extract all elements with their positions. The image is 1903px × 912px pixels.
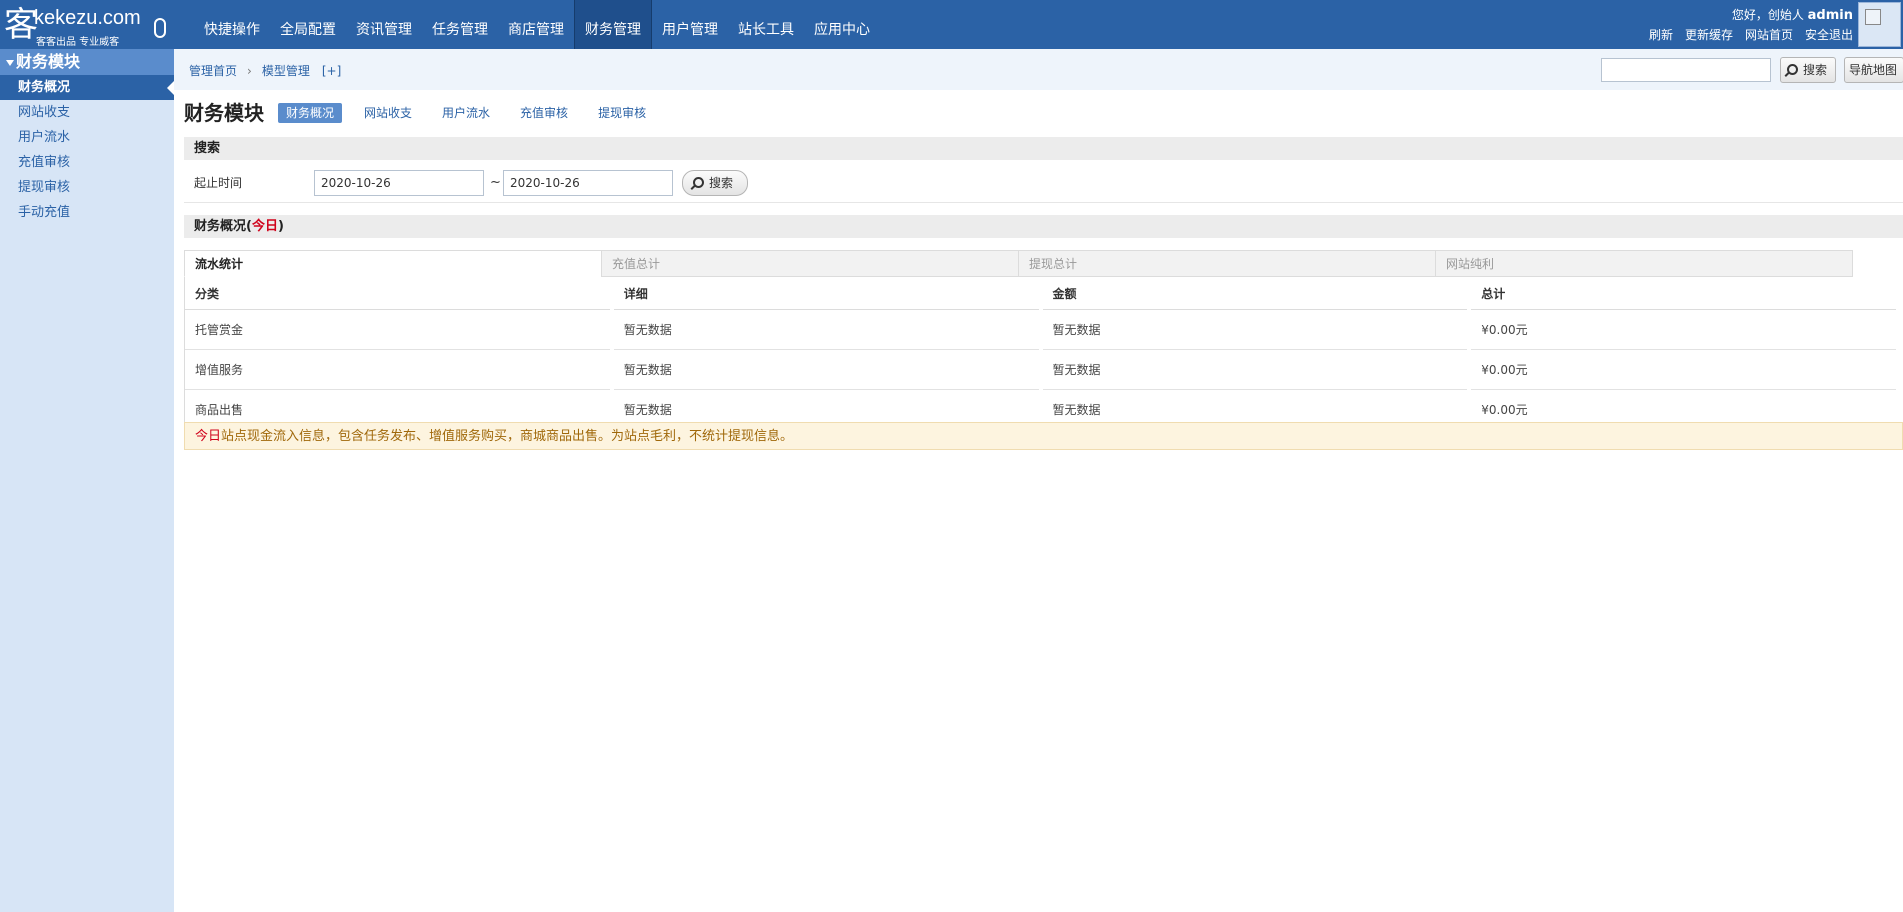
nav-webmaster-tools[interactable]: 站长工具 bbox=[728, 0, 804, 49]
nav-global-config[interactable]: 全局配置 bbox=[270, 0, 346, 49]
nav-quick-ops[interactable]: 快捷操作 bbox=[194, 0, 270, 49]
caret-down-icon bbox=[6, 59, 14, 66]
sidebar-item-site-income[interactable]: 网站收支 bbox=[0, 100, 174, 125]
overview-heading: 财务概况(今日) bbox=[184, 215, 1903, 238]
search-icon bbox=[1787, 64, 1798, 75]
tab-recharge-total[interactable]: 充值总计 bbox=[601, 250, 1019, 277]
nav-task-admin[interactable]: 任务管理 bbox=[422, 0, 498, 49]
cell-detail: 暂无数据 bbox=[613, 350, 1039, 390]
end-date-input[interactable]: 2020-10-26 bbox=[503, 170, 673, 196]
cell-amount: 暂无数据 bbox=[1042, 350, 1468, 390]
date-search-label: 搜索 bbox=[709, 176, 734, 190]
tab-withdraw-total[interactable]: 提现总计 bbox=[1018, 250, 1436, 277]
subnav-withdraw-review[interactable]: 提现审核 bbox=[590, 103, 654, 123]
top-bar: 客 kekezu.com 客客出品 专业威客 快捷操作 全局配置 资讯管理 任务… bbox=[0, 0, 1903, 49]
overview-heading-prefix: 财务概况( bbox=[194, 219, 252, 234]
top-links: 刷新 更新缓存 网站首页 安全退出 bbox=[1649, 26, 1853, 43]
top-search-button[interactable]: 搜索 bbox=[1780, 57, 1836, 83]
breadcrumb: 管理首页 › 模型管理 [+] bbox=[189, 62, 341, 79]
notice-text: 站点现金流入信息，包含任务发布、增值服务购买，商城商品出售。为站点毛利，不统计提… bbox=[221, 429, 794, 444]
tab-net-profit[interactable]: 网站纯利 bbox=[1435, 250, 1853, 277]
nav-shop-admin[interactable]: 商店管理 bbox=[498, 0, 574, 49]
refresh-link[interactable]: 刷新 bbox=[1649, 26, 1673, 43]
date-separator: ~ bbox=[490, 175, 501, 190]
logo-domain: kekezu.com bbox=[34, 7, 141, 29]
cell-amount: 暂无数据 bbox=[1042, 310, 1468, 350]
sidebar-title[interactable]: 财务模块 bbox=[0, 49, 174, 75]
broken-image-icon bbox=[1865, 9, 1881, 25]
update-cache-link[interactable]: 更新缓存 bbox=[1685, 26, 1733, 43]
subnav-site-income[interactable]: 网站收支 bbox=[356, 103, 420, 123]
date-filter-row: 起止时间 2020-10-26 ~ 2020-10-26 搜索 bbox=[184, 166, 1903, 203]
nav-news-admin[interactable]: 资讯管理 bbox=[346, 0, 422, 49]
nav-app-center[interactable]: 应用中心 bbox=[804, 0, 880, 49]
crumb-bar: 管理首页 › 模型管理 [+] 搜索 导航地图 bbox=[174, 49, 1903, 90]
logout-link[interactable]: 安全退出 bbox=[1805, 26, 1853, 43]
main-nav: 快捷操作 全局配置 资讯管理 任务管理 商店管理 财务管理 用户管理 站长工具 … bbox=[194, 0, 880, 49]
navmap-button[interactable]: 导航地图 bbox=[1844, 57, 1903, 83]
overview-notice: 今日站点现金流入信息，包含任务发布、增值服务购买，商城商品出售。为站点毛利，不统… bbox=[184, 422, 1903, 450]
notice-today: 今日 bbox=[195, 429, 222, 444]
cell-category: 托管赏金 bbox=[185, 310, 610, 350]
greeting-prefix: 您好，创始人 bbox=[1731, 8, 1804, 22]
overview-heading-today: 今日 bbox=[251, 219, 278, 234]
kekezu-logo[interactable]: 客 kekezu.com 客客出品 专业威客 bbox=[4, 4, 166, 48]
overview-tabs: 流水统计 充值总计 提现总计 网站纯利 bbox=[184, 250, 1853, 277]
site-home-link[interactable]: 网站首页 bbox=[1745, 26, 1793, 43]
avatar[interactable] bbox=[1858, 2, 1901, 47]
sidebar-item-recharge-review[interactable]: 充值审核 bbox=[0, 150, 174, 175]
sidebar-title-label: 财务模块 bbox=[16, 52, 81, 71]
column-header-category: 分类 bbox=[185, 277, 610, 310]
search-icon bbox=[693, 177, 704, 188]
cell-total: ¥0.00元 bbox=[1471, 350, 1896, 390]
start-date-input[interactable]: 2020-10-26 bbox=[314, 170, 484, 196]
table-header-row: 分类 详细 金额 总计 bbox=[185, 277, 1896, 310]
top-search-label: 搜索 bbox=[1803, 63, 1828, 77]
date-search-button[interactable]: 搜索 bbox=[682, 170, 748, 196]
top-search-input[interactable] bbox=[1601, 58, 1771, 82]
chevron-right-icon: › bbox=[247, 63, 252, 78]
sidebar-item-user-flow[interactable]: 用户流水 bbox=[0, 125, 174, 150]
sub-nav: 财务概况 网站收支 用户流水 充值审核 提现审核 bbox=[278, 103, 654, 123]
table-row: 增值服务 暂无数据 暂无数据 ¥0.00元 bbox=[185, 350, 1896, 390]
nav-finance-admin[interactable]: 财务管理 bbox=[574, 0, 652, 49]
overview-heading-suffix: ) bbox=[277, 219, 284, 234]
cell-total: ¥0.00元 bbox=[1471, 310, 1896, 350]
breadcrumb-add[interactable]: [+] bbox=[322, 64, 341, 78]
column-header-detail: 详细 bbox=[613, 277, 1039, 310]
sidebar-item-overview[interactable]: 财务概况 bbox=[0, 75, 174, 100]
search-section-heading: 搜索 bbox=[184, 137, 1903, 160]
logo-slogan: 客客出品 专业威客 bbox=[36, 37, 120, 48]
sidebar-item-manual-recharge[interactable]: 手动充值 bbox=[0, 200, 174, 225]
subnav-recharge-review[interactable]: 充值审核 bbox=[512, 103, 576, 123]
greeting: 您好，创始人 admin bbox=[1732, 6, 1853, 23]
sidebar: 财务模块 财务概况 网站收支 用户流水 充值审核 提现审核 手动充值 bbox=[0, 49, 174, 912]
date-range-label: 起止时间 bbox=[194, 176, 243, 190]
breadcrumb-model-admin[interactable]: 模型管理 bbox=[262, 62, 310, 79]
username: admin bbox=[1807, 8, 1853, 23]
subnav-user-flow[interactable]: 用户流水 bbox=[434, 103, 498, 123]
subnav-overview[interactable]: 财务概况 bbox=[278, 103, 343, 123]
page-title: 财务模块 bbox=[184, 101, 264, 125]
sidebar-item-withdraw-review[interactable]: 提现审核 bbox=[0, 175, 174, 200]
column-header-amount: 金额 bbox=[1042, 277, 1468, 310]
column-header-total: 总计 bbox=[1471, 277, 1896, 310]
nav-user-admin[interactable]: 用户管理 bbox=[652, 0, 728, 49]
cell-category: 增值服务 bbox=[185, 350, 610, 390]
breadcrumb-home[interactable]: 管理首页 bbox=[189, 62, 237, 79]
tab-flow-stats[interactable]: 流水统计 bbox=[184, 250, 602, 277]
flow-table-wrap: 分类 详细 金额 总计 托管赏金 暂无数据 暂无数据 ¥0.00元 增值服务 暂… bbox=[184, 277, 1903, 430]
mouse-icon bbox=[154, 18, 166, 38]
logo-glyph-icon: 客 bbox=[4, 5, 38, 45]
cell-detail: 暂无数据 bbox=[613, 310, 1039, 350]
table-row: 托管赏金 暂无数据 暂无数据 ¥0.00元 bbox=[185, 310, 1896, 350]
flow-table: 分类 详细 金额 总计 托管赏金 暂无数据 暂无数据 ¥0.00元 增值服务 暂… bbox=[181, 277, 1900, 430]
